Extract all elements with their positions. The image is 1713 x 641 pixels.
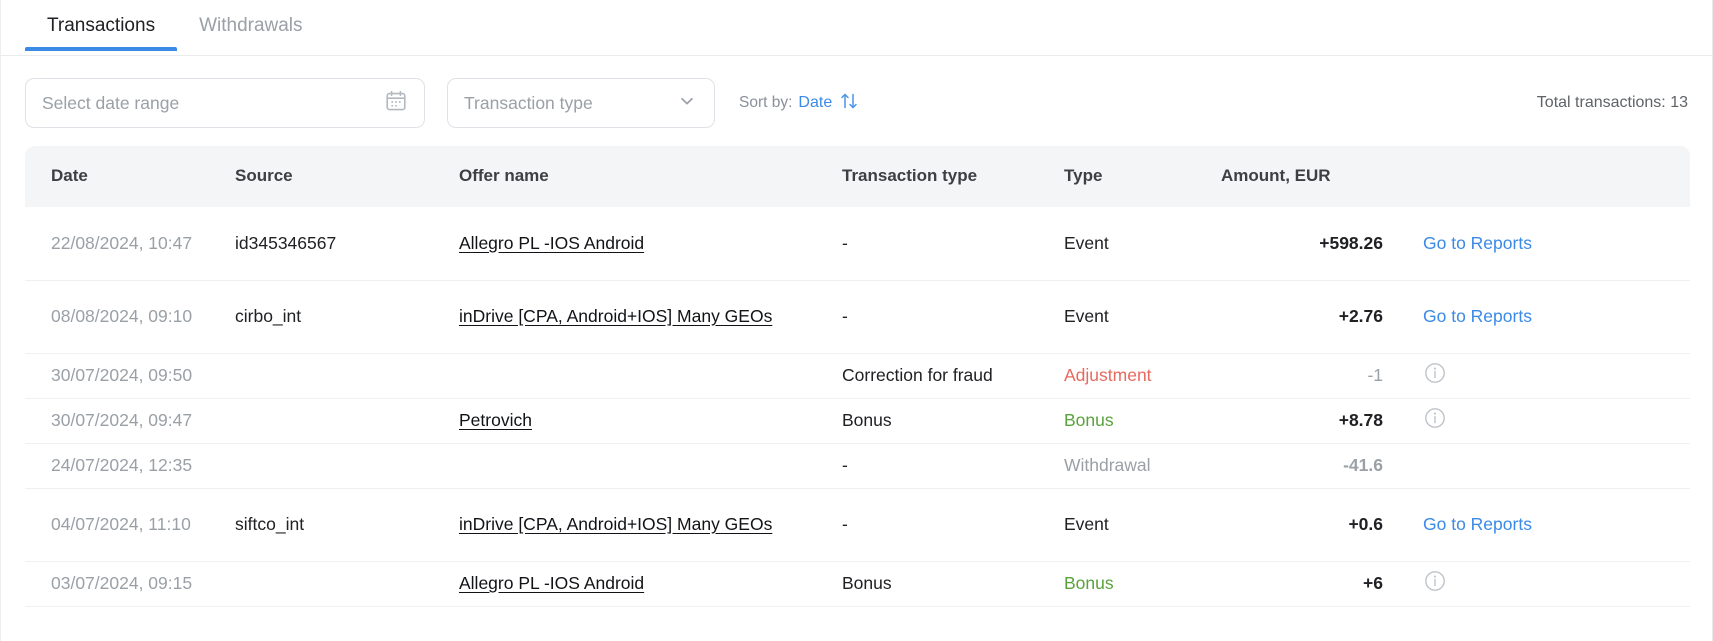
cell-date: 04/07/2024, 11:10	[25, 488, 235, 562]
offer-name-link[interactable]: Allegro PL -IOS Android	[459, 573, 644, 593]
cell-source	[235, 443, 459, 489]
table-header-row: Date Source Offer name Transaction type …	[25, 146, 1690, 207]
cell-action	[1421, 561, 1690, 607]
offer-name-link[interactable]: inDrive [CPA, Android+IOS] Many GEOs	[459, 306, 772, 326]
table-row: 04/07/2024, 11:10 siftco_int inDrive [CPA,…	[25, 488, 1690, 562]
table-body: 22/08/2024, 10:47 id345346567 Allegro PL -…	[25, 207, 1690, 607]
filter-bar: Select date range Transaction type Sort …	[1, 56, 1712, 146]
cell-offer-name: Allegro PL -IOS Android	[459, 561, 842, 607]
cell-amount: -1	[1221, 353, 1421, 399]
transaction-type-placeholder: Transaction type	[464, 92, 593, 113]
cell-action: Go to Reports	[1421, 280, 1690, 354]
sort-by-label: Sort by:	[739, 94, 793, 111]
cell-source	[235, 561, 459, 607]
sort-by-value[interactable]: Date	[798, 94, 832, 112]
cell-transaction-type: -	[842, 280, 1064, 354]
table-row: 03/07/2024, 09:15 Allegro PL -IOS Android…	[25, 561, 1690, 607]
cell-amount: +0.6	[1221, 488, 1421, 562]
cell-date: 24/07/2024, 12:35	[25, 443, 235, 489]
go-to-reports-link[interactable]: Go to Reports	[1423, 306, 1532, 326]
date-range-placeholder: Select date range	[42, 92, 180, 113]
cell-amount: +8.78	[1221, 398, 1421, 444]
cell-action	[1421, 443, 1690, 489]
cell-source: cirbo_int	[235, 280, 459, 354]
info-icon[interactable]	[1423, 406, 1447, 435]
go-to-reports-link[interactable]: Go to Reports	[1423, 514, 1532, 534]
offer-name-link[interactable]: inDrive [CPA, Android+IOS] Many GEOs	[459, 514, 772, 534]
transactions-table-wrap: Date Source Offer name Transaction type …	[1, 146, 1712, 607]
cell-offer-name: inDrive [CPA, Android+IOS] Many GEOs	[459, 280, 842, 354]
cell-type: Bonus	[1064, 398, 1221, 444]
cell-transaction-type: -	[842, 207, 1064, 281]
column-header-actions	[1421, 146, 1690, 207]
cell-date: 22/08/2024, 10:47	[25, 207, 235, 281]
calendar-icon[interactable]	[384, 89, 408, 118]
cell-type: Adjustment	[1064, 353, 1221, 399]
cell-amount: +6	[1221, 561, 1421, 607]
cell-action	[1421, 353, 1690, 399]
column-header-type: Type	[1064, 146, 1221, 207]
sort-control: Sort by: Date	[739, 90, 860, 117]
column-header-transaction-type: Transaction type	[842, 146, 1064, 207]
table-row: 08/08/2024, 09:10 cirbo_int inDrive [CPA, …	[25, 280, 1690, 354]
cell-source: siftco_int	[235, 488, 459, 562]
transactions-page: Transactions Withdrawals Select date ran…	[0, 0, 1713, 641]
cell-type: Event	[1064, 280, 1221, 354]
cell-amount: -41.6	[1221, 443, 1421, 489]
cell-amount: +2.76	[1221, 280, 1421, 354]
info-icon[interactable]	[1423, 569, 1447, 598]
total-transactions-label: Total transactions: 13	[1536, 94, 1688, 111]
cell-date: 30/07/2024, 09:47	[25, 398, 235, 444]
column-header-source: Source	[235, 146, 459, 207]
cell-transaction-type: -	[842, 443, 1064, 489]
transactions-table: Date Source Offer name Transaction type …	[25, 146, 1690, 607]
cell-type: Event	[1064, 207, 1221, 281]
date-range-input[interactable]: Select date range	[25, 78, 425, 128]
cell-amount: +598.26	[1221, 207, 1421, 281]
table-row: 22/08/2024, 10:47 id345346567 Allegro PL -…	[25, 207, 1690, 281]
cell-date: 08/08/2024, 09:10	[25, 280, 235, 354]
info-icon[interactable]	[1423, 361, 1447, 390]
cell-action	[1421, 398, 1690, 444]
cell-transaction-type: -	[842, 488, 1064, 562]
cell-action: Go to Reports	[1421, 488, 1690, 562]
cell-offer-name	[459, 353, 842, 399]
tab-withdrawals[interactable]: Withdrawals	[177, 0, 324, 51]
offer-name-link[interactable]: Allegro PL -IOS Android	[459, 233, 644, 253]
column-header-offer-name: Offer name	[459, 146, 842, 207]
cell-offer-name	[459, 443, 842, 489]
go-to-reports-link[interactable]: Go to Reports	[1423, 233, 1532, 253]
cell-action: Go to Reports	[1421, 207, 1690, 281]
tab-bar: Transactions Withdrawals	[1, 0, 1712, 56]
chevron-down-icon	[677, 91, 697, 116]
cell-transaction-type: Correction for fraud	[842, 353, 1064, 399]
tab-transactions[interactable]: Transactions	[25, 0, 178, 51]
transaction-type-select[interactable]: Transaction type	[447, 78, 715, 128]
cell-source	[235, 353, 459, 399]
cell-transaction-type: Bonus	[842, 398, 1064, 444]
cell-type: Withdrawal	[1064, 443, 1221, 489]
table-header: Date Source Offer name Transaction type …	[25, 146, 1690, 207]
sort-arrows-icon[interactable]	[838, 90, 860, 117]
cell-source: id345346567	[235, 207, 459, 281]
cell-offer-name: inDrive [CPA, Android+IOS] Many GEOs	[459, 488, 842, 562]
cell-date: 30/07/2024, 09:50	[25, 353, 235, 399]
cell-transaction-type: Bonus	[842, 561, 1064, 607]
cell-type: Event	[1064, 488, 1221, 562]
column-header-date: Date	[25, 146, 235, 207]
cell-offer-name: Petrovich	[459, 398, 842, 444]
table-row: 24/07/2024, 12:35 - Withdrawal -41.6	[25, 443, 1690, 489]
cell-source	[235, 398, 459, 444]
table-row: 30/07/2024, 09:50 Correction for fraud Adj…	[25, 353, 1690, 399]
cell-type: Bonus	[1064, 561, 1221, 607]
cell-offer-name: Allegro PL -IOS Android	[459, 207, 842, 281]
column-header-amount: Amount, EUR	[1221, 146, 1421, 207]
cell-date: 03/07/2024, 09:15	[25, 561, 235, 607]
table-row: 30/07/2024, 09:47 Petrovich Bonus Bonus +8.7…	[25, 398, 1690, 444]
offer-name-link[interactable]: Petrovich	[459, 410, 532, 430]
